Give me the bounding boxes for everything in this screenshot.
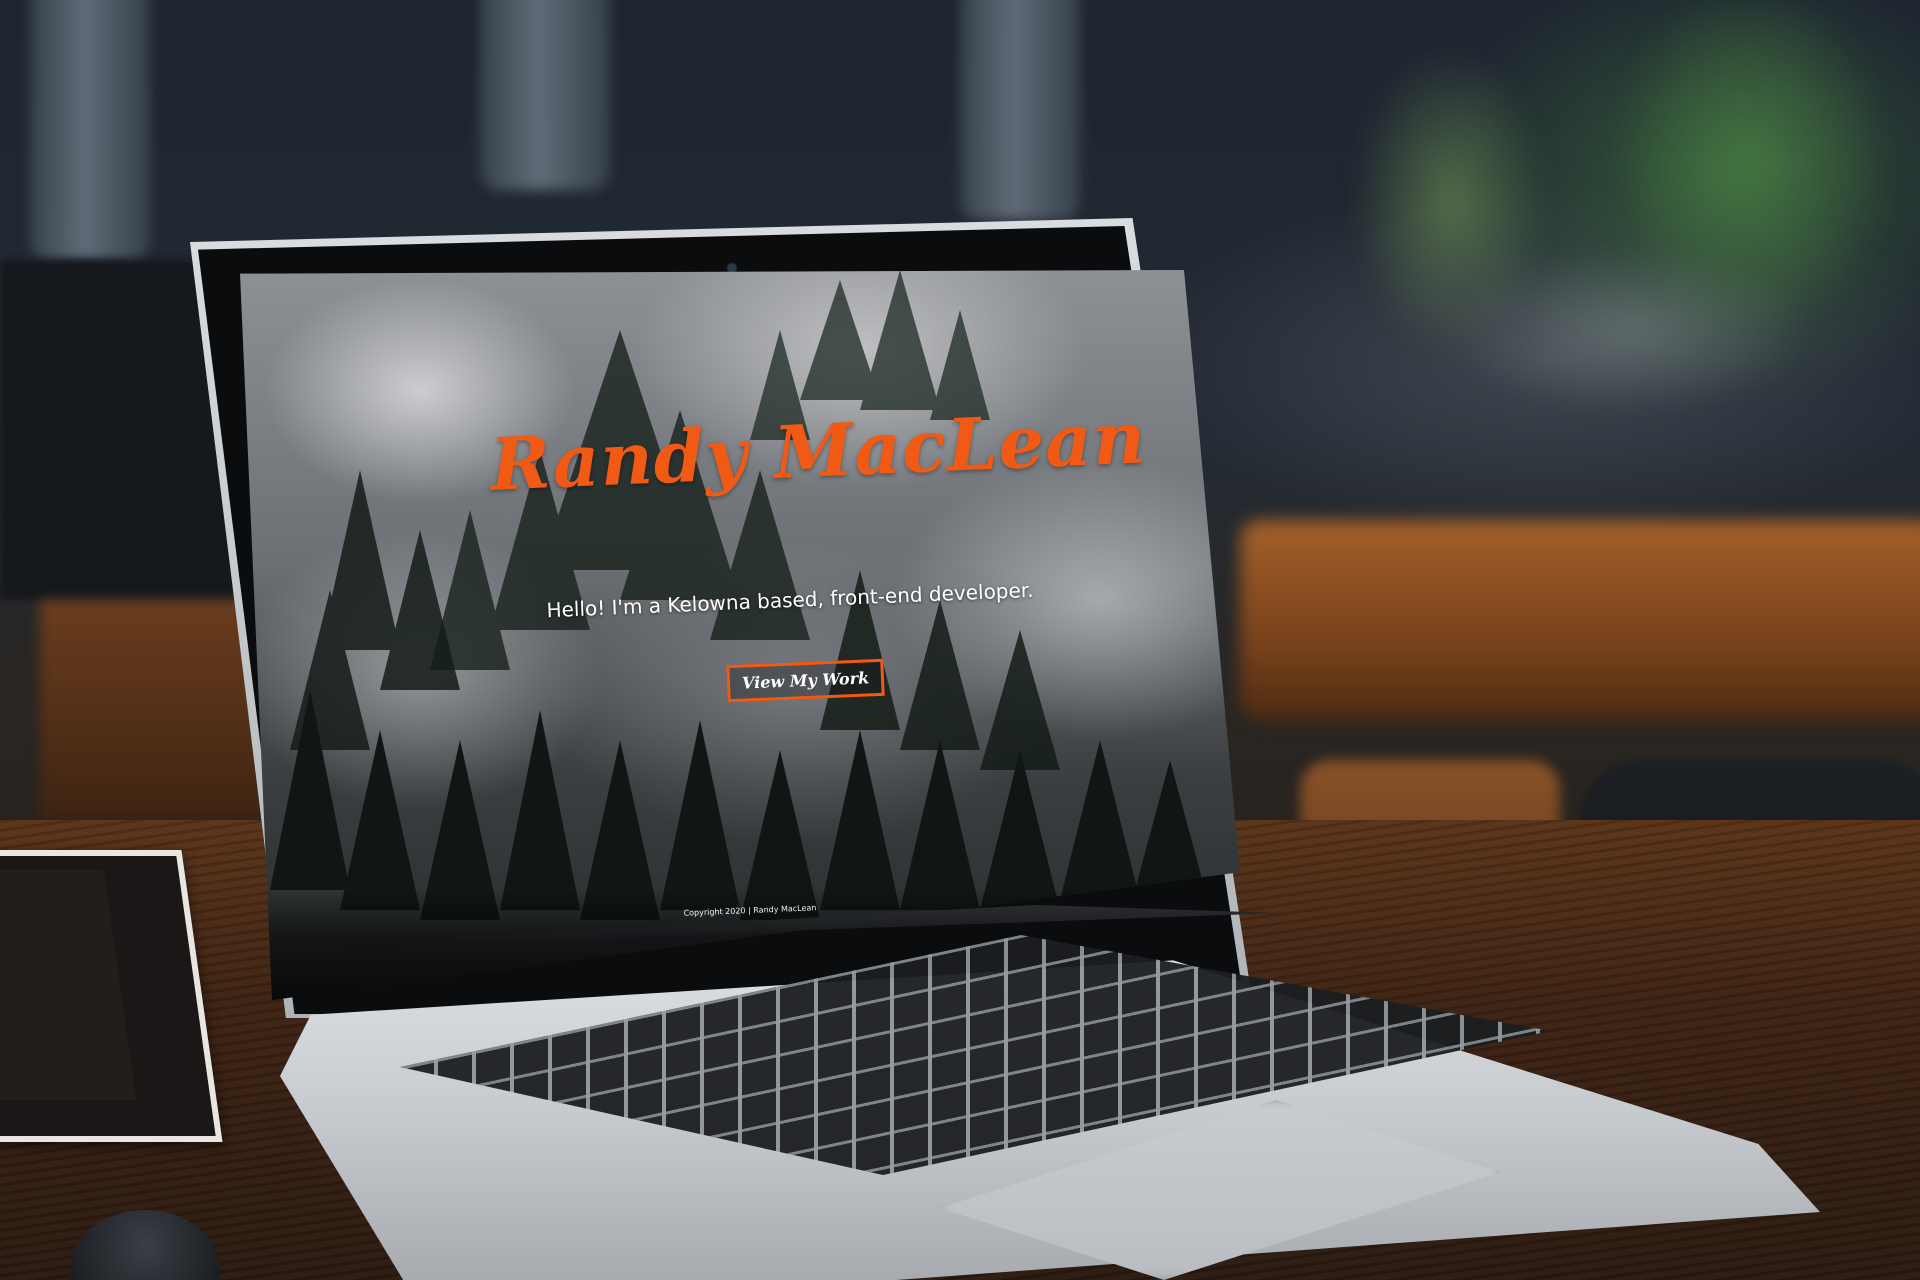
background-lamp <box>30 0 150 260</box>
background-window-foliage <box>1330 0 1920 500</box>
background-lamp <box>480 0 610 190</box>
background-table <box>1240 520 1920 720</box>
view-my-work-button[interactable]: View My Work <box>726 658 885 703</box>
laptop-screen: Randy MacLean Hello! I'm a Kelowna based… <box>240 270 1240 1000</box>
background-lamp <box>960 0 1080 220</box>
photo-scene: Randy MacLean Hello! I'm a Kelowna based… <box>0 0 1920 1280</box>
webcam-icon <box>728 264 736 272</box>
